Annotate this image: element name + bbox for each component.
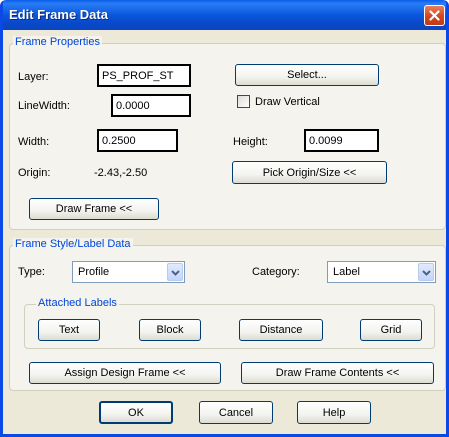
width-label: Width:: [18, 136, 50, 148]
select-button[interactable]: Select...: [235, 64, 379, 86]
window-title: Edit Frame Data: [9, 7, 108, 22]
help-button[interactable]: Help: [297, 401, 371, 424]
frame-style-legend: Frame Style/Label Data: [13, 238, 133, 250]
layer-field[interactable]: PS_PROF_ST: [97, 64, 191, 87]
type-dropdown[interactable]: Profile: [72, 261, 185, 283]
pick-origin-size-button[interactable]: Pick Origin/Size <<: [232, 161, 387, 184]
close-button[interactable]: [424, 5, 445, 26]
category-selected-value: Label: [333, 266, 360, 278]
type-dropdown-arrow[interactable]: [167, 263, 183, 281]
title-bar[interactable]: Edit Frame Data: [3, 0, 446, 30]
draw-vertical-checkbox[interactable]: [237, 95, 250, 108]
block-button[interactable]: Block: [139, 319, 201, 341]
draw-frame-contents-button[interactable]: Draw Frame Contents <<: [241, 362, 434, 384]
attached-labels-legend: Attached Labels: [36, 297, 119, 309]
linewidth-field[interactable]: 0.0000: [111, 94, 191, 117]
ok-button[interactable]: OK: [99, 401, 173, 424]
height-field[interactable]: 0.0099: [304, 129, 379, 152]
assign-design-frame-button[interactable]: Assign Design Frame <<: [29, 362, 221, 384]
category-dropdown-arrow[interactable]: [418, 263, 434, 281]
type-selected-value: Profile: [78, 266, 110, 278]
close-icon: [429, 10, 440, 21]
chevron-down-icon: [422, 270, 431, 276]
draw-frame-button[interactable]: Draw Frame <<: [29, 198, 159, 220]
cancel-button[interactable]: Cancel: [199, 401, 273, 424]
grid-button[interactable]: Grid: [360, 319, 422, 341]
edit-frame-data-dialog: Edit Frame Data Frame Properties Layer: …: [0, 0, 449, 437]
origin-value: -2.43,-2.50: [94, 167, 148, 179]
type-label: Type:: [18, 266, 45, 278]
text-button[interactable]: Text: [38, 319, 100, 341]
chevron-down-icon: [171, 270, 180, 276]
layer-label: Layer:: [18, 71, 49, 83]
linewidth-label: LineWidth:: [18, 100, 70, 112]
category-dropdown[interactable]: Label: [327, 261, 436, 283]
distance-button[interactable]: Distance: [239, 319, 323, 341]
draw-vertical-label: Draw Vertical: [255, 96, 320, 108]
width-field[interactable]: 0.2500: [97, 129, 178, 152]
origin-label: Origin:: [18, 167, 51, 179]
frame-properties-legend: Frame Properties: [13, 36, 102, 48]
height-label: Height:: [233, 136, 268, 148]
category-label: Category:: [252, 266, 300, 278]
